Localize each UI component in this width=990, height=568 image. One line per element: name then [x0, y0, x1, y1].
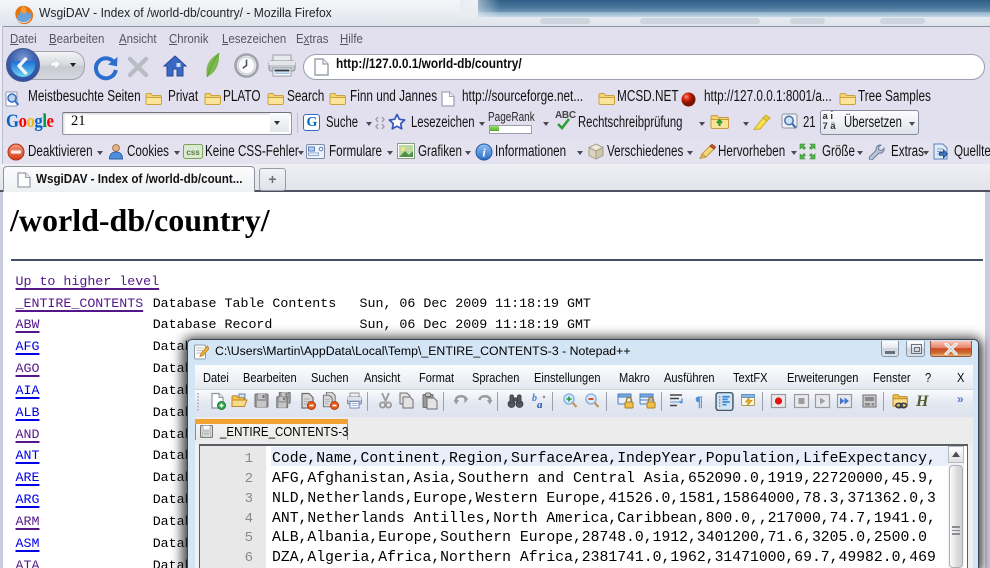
svg-text:¶: ¶	[695, 394, 703, 410]
svg-text:H: H	[915, 393, 929, 410]
svg-text:css: css	[186, 148, 200, 157]
svg-text:»: »	[957, 392, 964, 406]
svg-text:a: a	[537, 399, 543, 410]
